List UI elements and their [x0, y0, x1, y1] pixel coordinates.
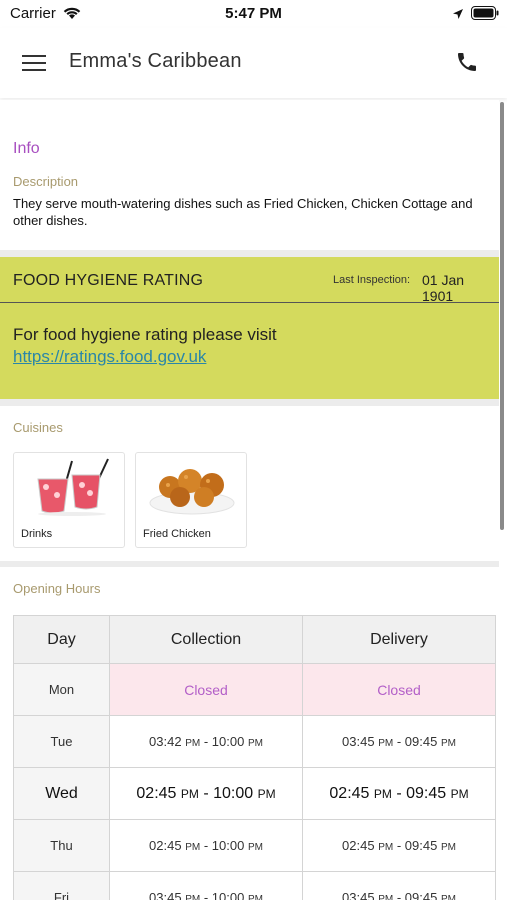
delivery-cell: 02:45 PM - 09:45 PM	[302, 819, 496, 872]
description-text: They serve mouth-watering dishes such as…	[13, 196, 473, 228]
delivery-cell: Closed	[302, 663, 496, 716]
table-row: Thu 02:45 PM - 10:00 PM 02:45 PM - 09:45…	[13, 819, 496, 872]
status-bar: Carrier 5:47 PM	[0, 0, 507, 28]
cuisine-card-fried-chicken[interactable]: Fried Chicken	[135, 452, 247, 548]
delivery-cell: 03:45 PM - 09:45 PM	[302, 715, 496, 768]
phone-icon[interactable]	[455, 50, 479, 79]
location-icon	[452, 7, 464, 25]
section-divider	[0, 399, 499, 406]
page-title: Emma's Caribbean	[69, 50, 242, 72]
description-label: Description	[13, 174, 79, 189]
day-cell: Fri	[13, 871, 110, 900]
cuisine-name: Drinks	[21, 528, 53, 540]
hygiene-divider	[0, 302, 499, 303]
table-row: Wed 02:45 PM - 10:00 PM 02:45 PM - 09:45…	[13, 767, 496, 820]
cuisine-name: Fried Chicken	[143, 528, 211, 540]
column-header-day: Day	[13, 615, 110, 664]
app-header: Emma's Caribbean	[0, 28, 507, 98]
main-content[interactable]: Info Description They serve mouth-wateri…	[0, 100, 507, 900]
table-row: Tue 03:42 PM - 10:00 PM 03:45 PM - 09:45…	[13, 715, 496, 768]
day-cell: Thu	[13, 819, 110, 872]
table-row: Fri 03:45 PM - 10:00 PM 03:45 PM - 09:45…	[13, 871, 496, 900]
hygiene-title: FOOD HYGIENE RATING	[13, 272, 204, 289]
opening-hours-label: Opening Hours	[13, 581, 101, 596]
table-row: Mon Closed Closed	[13, 663, 496, 716]
collection-cell: 03:45 PM - 10:00 PM	[109, 871, 303, 900]
drinks-image	[37, 458, 109, 516]
fried-chicken-image	[149, 469, 235, 515]
hygiene-section: FOOD HYGIENE RATING Last Inspection: 01 …	[0, 257, 499, 399]
collection-cell: Closed	[109, 663, 303, 716]
section-divider	[0, 250, 499, 257]
inspection-date: 01 Jan 1901	[422, 272, 465, 304]
scrollbar[interactable]	[500, 102, 504, 530]
info-section: Info Description They serve mouth-wateri…	[0, 100, 499, 250]
hygiene-rating-link[interactable]: https://ratings.food.gov.uk	[13, 347, 206, 367]
collection-cell: 03:42 PM - 10:00 PM	[109, 715, 303, 768]
cuisines-label: Cuisines	[13, 420, 63, 435]
info-heading: Info	[13, 140, 40, 157]
hygiene-text: For food hygiene rating please visit	[13, 325, 277, 344]
day-cell: Tue	[13, 715, 110, 768]
day-cell: Mon	[13, 663, 110, 716]
delivery-cell: 02:45 PM - 09:45 PM	[302, 767, 496, 820]
day-cell: Wed	[13, 767, 110, 820]
opening-hours-table: Day Collection Delivery Mon Closed Close…	[13, 615, 496, 900]
inspection-label: Last Inspection:	[333, 274, 411, 286]
column-header-delivery: Delivery	[302, 615, 496, 664]
collection-cell: 02:45 PM - 10:00 PM	[109, 819, 303, 872]
status-time: 5:47 PM	[225, 5, 282, 22]
table-header-row: Day Collection Delivery	[13, 615, 496, 664]
opening-hours-section: Opening Hours Day Collection Delivery Mo…	[0, 567, 499, 900]
collection-cell: 02:45 PM - 10:00 PM	[109, 767, 303, 820]
battery-icon	[471, 6, 499, 25]
cuisine-card-drinks[interactable]: Drinks	[13, 452, 125, 548]
cuisines-section: Cuisines Drinks Fried Chicken	[0, 406, 499, 561]
delivery-cell: 03:45 PM - 09:45 PM	[302, 871, 496, 900]
column-header-collection: Collection	[109, 615, 303, 664]
menu-icon[interactable]	[22, 52, 48, 74]
